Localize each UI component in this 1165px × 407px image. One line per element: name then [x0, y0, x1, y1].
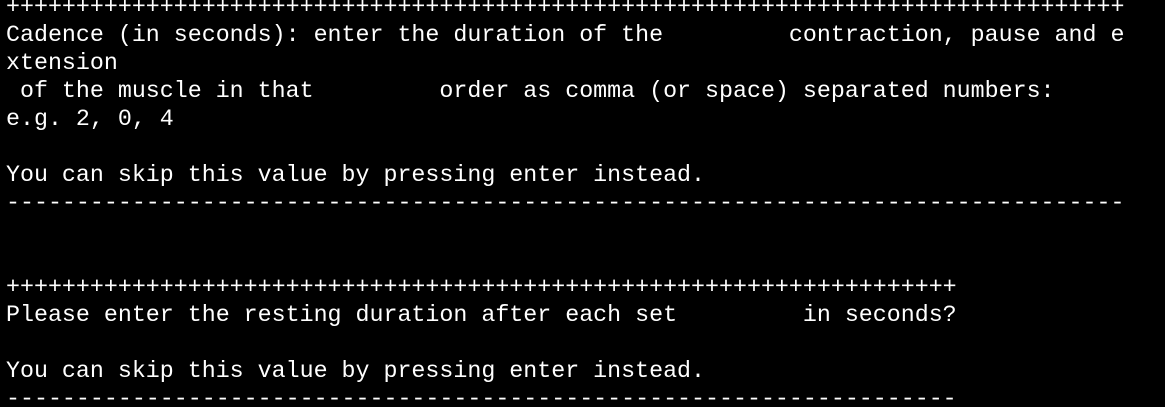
resting-prompt: Please enter the resting duration after …	[6, 302, 957, 328]
cadence-prompt-line-3: of the muscle in that order as comma (or…	[6, 78, 1055, 104]
skip-hint-1: You can skip this value by pressing ente…	[6, 162, 706, 188]
dash-border-1: ----------------------------------------…	[6, 190, 1125, 216]
dash-border-2: ----------------------------------------…	[6, 386, 957, 407]
cadence-prompt-line-1: Cadence (in seconds): enter the duration…	[6, 22, 1125, 48]
top-plus-border-1: ++++++++++++++++++++++++++++++++++++++++…	[6, 0, 1125, 20]
terminal-window[interactable]: ++++++++++++++++++++++++++++++++++++++++…	[0, 0, 1165, 407]
cadence-example: e.g. 2, 0, 4	[6, 106, 174, 132]
top-plus-border-2: ++++++++++++++++++++++++++++++++++++++++…	[6, 274, 957, 300]
cadence-prompt-line-2: xtension	[6, 50, 118, 76]
skip-hint-2: You can skip this value by pressing ente…	[6, 358, 706, 384]
